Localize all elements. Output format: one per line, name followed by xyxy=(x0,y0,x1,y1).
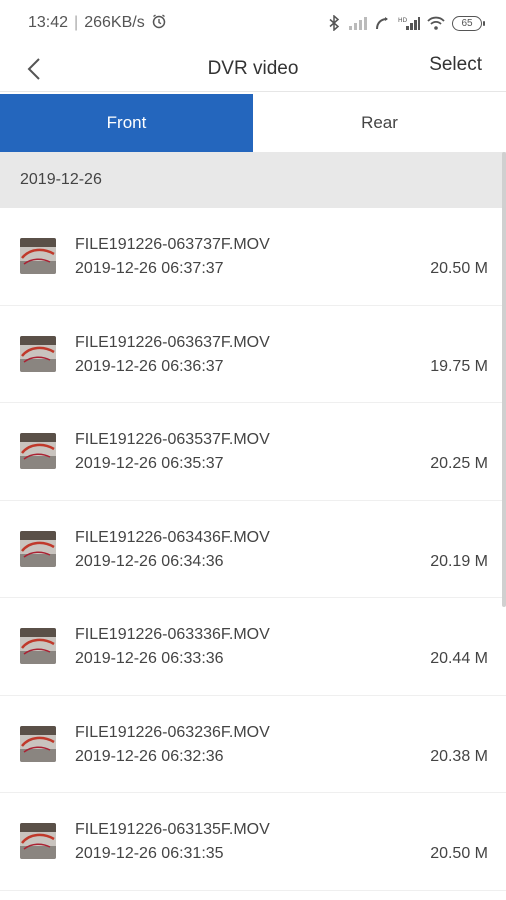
video-filename: FILE191226-063135F.MOV xyxy=(75,821,270,838)
video-list: FILE191226-063737F.MOV 2019-12-26 06:37:3… xyxy=(0,208,506,891)
video-size: 20.50 M xyxy=(430,260,488,277)
video-datetime: 2019-12-26 06:31:35 xyxy=(75,845,224,862)
video-datetime: 2019-12-26 06:36:37 xyxy=(75,357,224,375)
status-bar: 13:42 | 266KB/s HD 65 xyxy=(0,0,506,46)
video-size: 19.75 M xyxy=(430,357,488,375)
video-size: 20.19 M xyxy=(430,552,488,570)
video-datetime: 2019-12-26 06:37:37 xyxy=(75,260,224,277)
video-thumbnail xyxy=(20,530,56,567)
video-list-item[interactable]: FILE191226-063135F.MOV 2019-12-26 06:31:3… xyxy=(0,793,506,891)
video-datetime: 2019-12-26 06:35:37 xyxy=(75,455,224,472)
video-thumbnail xyxy=(20,725,56,762)
video-list-item[interactable]: FILE191226-063737F.MOV 2019-12-26 06:37:3… xyxy=(0,208,506,306)
video-list-item[interactable]: FILE191226-063537F.MOV 2019-12-26 06:35:3… xyxy=(0,403,506,501)
video-thumbnail xyxy=(20,628,56,664)
wifi-icon xyxy=(427,16,445,30)
video-thumbnail xyxy=(20,433,56,469)
video-thumbnail xyxy=(20,238,56,274)
tab-front[interactable]: Front xyxy=(0,94,253,152)
camera-tabs: Front Rear xyxy=(0,94,506,152)
select-button[interactable]: Select xyxy=(429,54,482,76)
video-size: 20.25 M xyxy=(430,455,488,472)
svg-text:HD: HD xyxy=(398,17,408,24)
bluetooth-icon xyxy=(327,15,341,31)
video-filename: FILE191226-063537F.MOV xyxy=(75,431,270,448)
video-list-item[interactable]: FILE191226-063637F.MOV 2019-12-26 06:36:3… xyxy=(0,306,506,403)
video-datetime: 2019-12-26 06:34:36 xyxy=(75,552,224,570)
battery-icon: 65 xyxy=(452,15,485,31)
scrollbar[interactable] xyxy=(502,152,506,607)
video-filename: FILE191226-063336F.MOV xyxy=(75,626,270,643)
video-size: 20.44 M xyxy=(430,650,488,667)
date-group-header: 2019-12-26 xyxy=(0,152,506,208)
video-list-item[interactable]: FILE191226-063436F.MOV 2019-12-26 06:34:3… xyxy=(0,501,506,598)
video-thumbnail xyxy=(20,335,56,372)
signal-weak-icon xyxy=(348,16,368,30)
signal-hd-icon: HD xyxy=(398,16,420,30)
tab-rear[interactable]: Rear xyxy=(253,94,506,152)
video-datetime: 2019-12-26 06:32:36 xyxy=(75,747,224,765)
video-datetime: 2019-12-26 06:33:36 xyxy=(75,650,224,667)
video-filename: FILE191226-063436F.MOV xyxy=(75,528,270,546)
alarm-icon xyxy=(151,13,167,34)
network-activity-icon xyxy=(375,16,391,30)
video-filename: FILE191226-063637F.MOV xyxy=(75,333,270,351)
video-list-item[interactable]: FILE191226-063336F.MOV 2019-12-26 06:33:3… xyxy=(0,598,506,696)
status-separator: | xyxy=(74,14,79,31)
status-speed: 266KB/s xyxy=(84,14,145,31)
status-time: 13:42 xyxy=(28,14,69,31)
video-filename: FILE191226-063236F.MOV xyxy=(75,723,270,741)
video-filename: FILE191226-063737F.MOV xyxy=(75,236,270,253)
video-size: 20.50 M xyxy=(430,845,488,862)
video-thumbnail xyxy=(20,823,56,859)
title-bar: DVR video Select xyxy=(0,46,506,92)
video-size: 20.38 M xyxy=(430,747,488,765)
video-list-item[interactable]: FILE191226-063236F.MOV 2019-12-26 06:32:3… xyxy=(0,696,506,793)
group-date: 2019-12-26 xyxy=(20,171,102,188)
